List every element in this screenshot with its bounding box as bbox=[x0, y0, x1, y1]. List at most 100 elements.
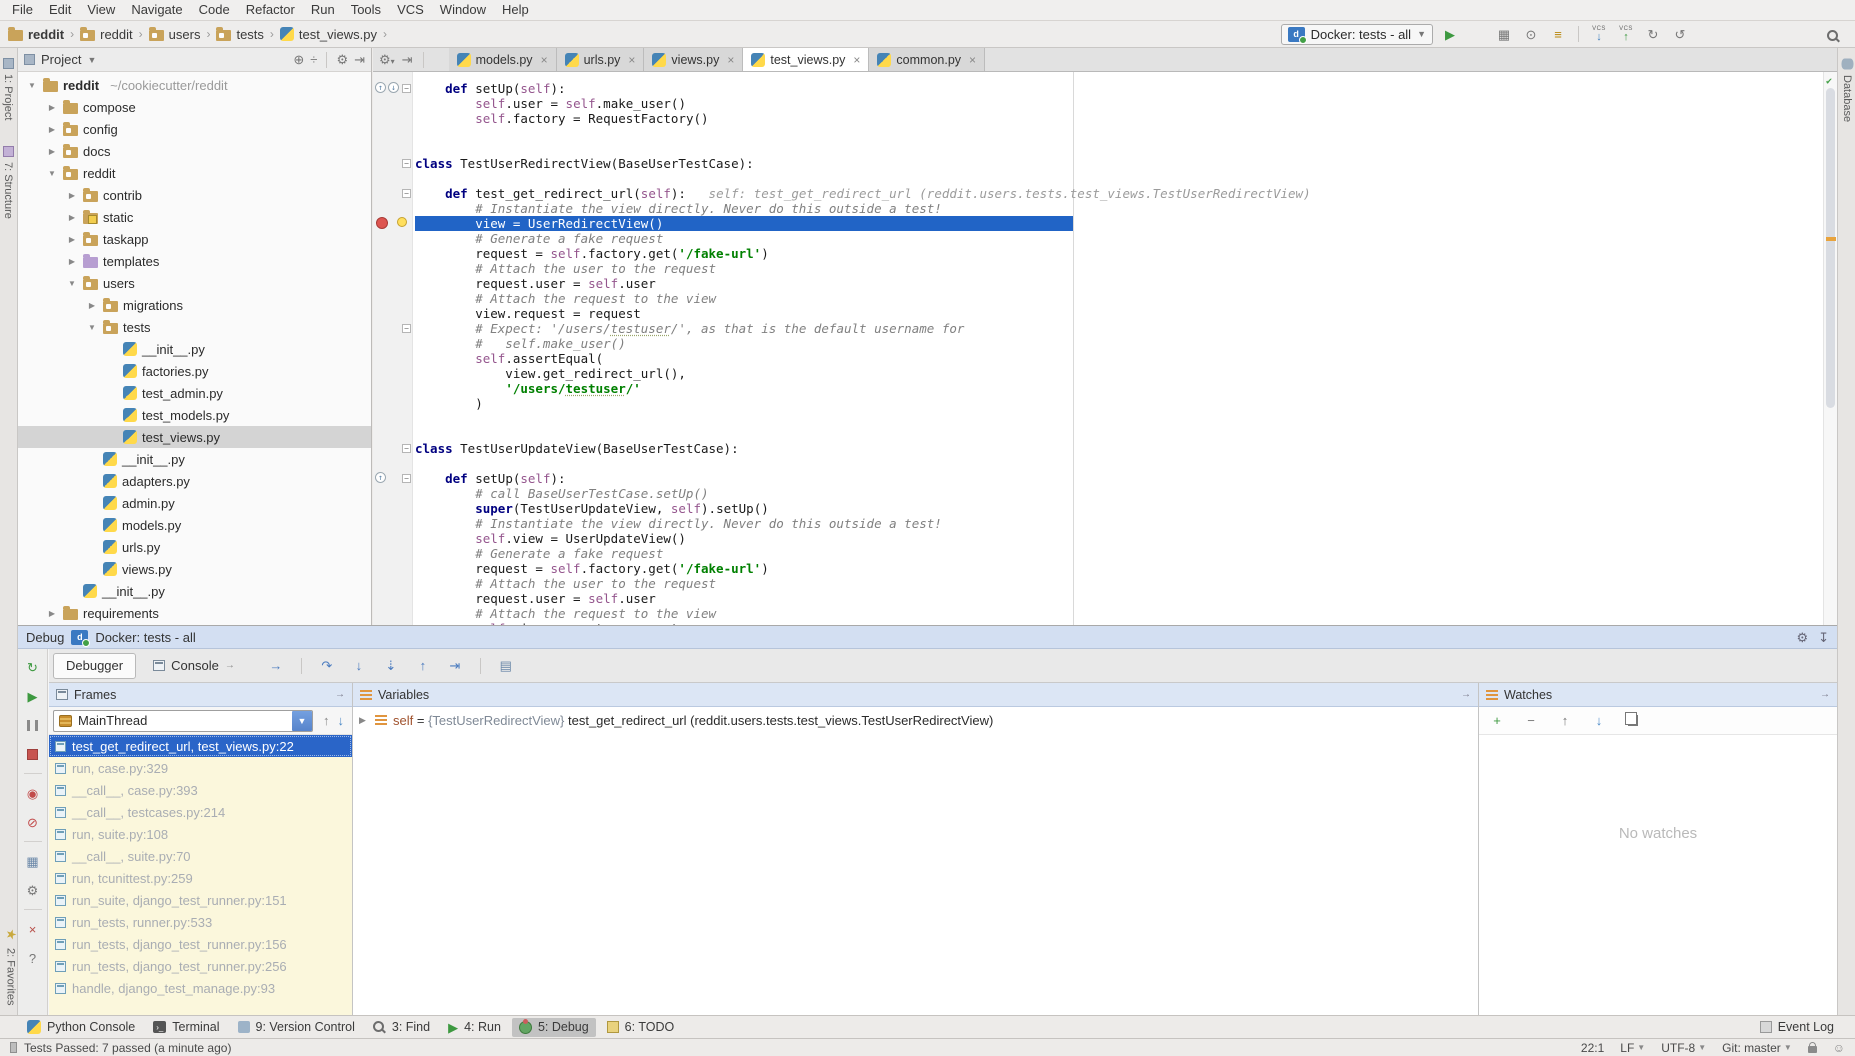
tree-item-tests[interactable]: ▼tests bbox=[18, 316, 371, 338]
frame-row[interactable]: run, suite.py:108 bbox=[49, 823, 352, 845]
debug-tab-console[interactable]: Console→ bbox=[140, 653, 248, 679]
editor-scrollbar[interactable]: ✔ bbox=[1823, 72, 1837, 625]
toolwindow-3-find[interactable]: 3: Find bbox=[366, 1018, 437, 1037]
profiler-button[interactable]: ⊙ bbox=[1521, 24, 1541, 44]
toolwindow-9-version-control[interactable]: 9: Version Control bbox=[231, 1018, 362, 1037]
gear-icon[interactable]: ⚙ bbox=[1796, 631, 1808, 644]
tree-closed-arrow-icon[interactable]: ▶ bbox=[66, 191, 78, 200]
menu-item-window[interactable]: Window bbox=[432, 0, 494, 20]
tree-item-requirements[interactable]: ▶requirements bbox=[18, 602, 371, 624]
pin-icon[interactable]: → bbox=[1461, 689, 1471, 700]
run-to-cursor-button[interactable]: ⇥ bbox=[445, 656, 465, 676]
tree-closed-arrow-icon[interactable]: ▶ bbox=[66, 257, 78, 266]
tree-item-__init__-py[interactable]: __init__.py bbox=[18, 338, 371, 360]
fold-marker-icon[interactable]: − bbox=[402, 444, 411, 453]
editor-tab-test_views-py[interactable]: test_views.py× bbox=[743, 48, 869, 71]
chevron-down-icon[interactable]: ▼ bbox=[87, 55, 96, 65]
mute-breakpoints-button[interactable]: ⊘ bbox=[23, 812, 43, 832]
menu-item-view[interactable]: View bbox=[79, 0, 123, 20]
tree-item-reddit[interactable]: ▼reddit bbox=[18, 162, 371, 184]
vcs-commit-button[interactable] bbox=[1616, 24, 1636, 44]
close-tab-icon[interactable]: × bbox=[853, 53, 860, 67]
down-watch-button[interactable]: ↓ bbox=[1589, 711, 1609, 731]
menu-item-run[interactable]: Run bbox=[303, 0, 343, 20]
rerun-button[interactable]: ↻ bbox=[23, 657, 43, 677]
tree-item-docs[interactable]: ▶docs bbox=[18, 140, 371, 162]
close-button[interactable]: × bbox=[23, 919, 43, 939]
tree-item-models-py[interactable]: models.py bbox=[18, 514, 371, 536]
step-into-button[interactable]: ↓ bbox=[349, 656, 369, 676]
menu-item-help[interactable]: Help bbox=[494, 0, 537, 20]
tree-item-adapters-py[interactable]: adapters.py bbox=[18, 470, 371, 492]
frame-row[interactable]: __call__, case.py:393 bbox=[49, 779, 352, 801]
frame-row[interactable]: __call__, suite.py:70 bbox=[49, 845, 352, 867]
breadcrumb-tests[interactable]: tests bbox=[216, 27, 263, 42]
frame-row[interactable]: run, case.py:329 bbox=[49, 757, 352, 779]
sidebar-tab-project[interactable]: 1: Project bbox=[2, 58, 14, 120]
fold-marker-icon[interactable]: − bbox=[402, 189, 411, 198]
tree-item-admin-py[interactable]: admin.py bbox=[18, 492, 371, 514]
chevron-down-icon[interactable]: ▼ bbox=[292, 711, 312, 731]
show-execution-point-button[interactable]: → bbox=[266, 656, 286, 676]
tree-item-factories-py[interactable]: factories.py bbox=[18, 360, 371, 382]
sidebar-tab-structure[interactable]: 7: Structure bbox=[2, 146, 14, 219]
step-out-button[interactable]: ↑ bbox=[413, 656, 433, 676]
pin-icon[interactable]: → bbox=[335, 689, 345, 700]
menu-item-file[interactable]: File bbox=[4, 0, 41, 20]
line-ending-select[interactable]: LF▼ bbox=[1620, 1041, 1645, 1055]
hide-debug-panel-icon[interactable]: ↧ bbox=[1818, 631, 1829, 644]
resume-button[interactable]: ▶ bbox=[23, 686, 43, 706]
menu-item-code[interactable]: Code bbox=[191, 0, 238, 20]
menu-item-refactor[interactable]: Refactor bbox=[238, 0, 303, 20]
editor-tab-models-py[interactable]: models.py× bbox=[449, 48, 557, 71]
toolwindow-4-run[interactable]: ▶4: Run bbox=[441, 1018, 508, 1037]
menu-item-navigate[interactable]: Navigate bbox=[123, 0, 190, 20]
tree-open-arrow-icon[interactable]: ▼ bbox=[26, 81, 38, 90]
tree-open-arrow-icon[interactable]: ▼ bbox=[86, 323, 98, 332]
code-editor[interactable]: ↑↓− def setUp(self): self.user = self.ma… bbox=[373, 72, 1837, 625]
frame-up-icon[interactable]: ↑ bbox=[323, 714, 330, 727]
close-tab-icon[interactable]: × bbox=[628, 53, 635, 67]
fold-marker-icon[interactable]: − bbox=[402, 324, 411, 333]
encoding-select[interactable]: UTF-8▼ bbox=[1661, 1041, 1706, 1055]
frame-row[interactable]: run_tests, django_test_runner.py:256 bbox=[49, 955, 352, 977]
tree-item-views-py[interactable]: views.py bbox=[18, 558, 371, 580]
fold-marker-icon[interactable]: − bbox=[402, 159, 411, 168]
add-watch-button[interactable]: + bbox=[1487, 711, 1507, 731]
tree-item-test_admin-py[interactable]: test_admin.py bbox=[18, 382, 371, 404]
debug-button[interactable] bbox=[1467, 24, 1487, 44]
editor-tab-views-py[interactable]: views.py× bbox=[644, 48, 743, 71]
frame-row[interactable]: __call__, testcases.py:214 bbox=[49, 801, 352, 823]
breadcrumb-users[interactable]: users bbox=[149, 27, 201, 42]
tree-closed-arrow-icon[interactable]: ▶ bbox=[46, 103, 58, 112]
tree-open-arrow-icon[interactable]: ▼ bbox=[46, 169, 58, 178]
pin-icon[interactable]: → bbox=[225, 660, 235, 671]
tree-item-templates[interactable]: ▶templates bbox=[18, 250, 371, 272]
tree-item-urls-py[interactable]: urls.py bbox=[18, 536, 371, 558]
debug-tab-debugger[interactable]: Debugger bbox=[53, 653, 136, 679]
tree-item-static[interactable]: ▶static bbox=[18, 206, 371, 228]
breadcrumb-reddit[interactable]: reddit bbox=[80, 27, 133, 42]
frame-row[interactable]: run_tests, django_test_runner.py:156 bbox=[49, 933, 352, 955]
restore-layout-button[interactable]: ▦ bbox=[23, 851, 43, 871]
evaluate-button[interactable]: ▤ bbox=[496, 656, 516, 676]
tree-item-__init__-py[interactable]: __init__.py bbox=[18, 580, 371, 602]
close-tab-icon[interactable]: × bbox=[727, 53, 734, 67]
toolwindow-6-todo[interactable]: 6: TODO bbox=[600, 1018, 682, 1037]
hector-inspector-icon[interactable]: ☺ bbox=[1833, 1042, 1845, 1054]
toolwindow-terminal[interactable]: Terminal bbox=[146, 1018, 226, 1037]
overriding-method-icon[interactable]: ↑ bbox=[375, 82, 386, 93]
tree-item-__init__-py[interactable]: __init__.py bbox=[18, 448, 371, 470]
run-button[interactable]: ▶ bbox=[1440, 24, 1460, 44]
settings-button[interactable]: ⚙ bbox=[23, 880, 43, 900]
git-branch-select[interactable]: Git: master▼ bbox=[1722, 1041, 1792, 1055]
vcs-update-button[interactable] bbox=[1589, 24, 1609, 44]
status-message[interactable]: Tests Passed: 7 passed (a minute ago) bbox=[24, 1041, 231, 1055]
frame-row[interactable]: run_suite, django_test_runner.py:151 bbox=[49, 889, 352, 911]
variable-row-self[interactable]: ▶ self = {TestUserRedirectView} test_get… bbox=[353, 707, 1478, 731]
step-over-button[interactable]: ↷ bbox=[317, 656, 337, 676]
tree-open-arrow-icon[interactable]: ▼ bbox=[66, 279, 78, 288]
gear-icon[interactable]: ⚙▾ bbox=[379, 53, 395, 66]
hide-panel-icon[interactable]: ⇥ bbox=[354, 53, 365, 66]
tree-item-reddit[interactable]: ▼reddit~/cookiecutter/reddit bbox=[18, 74, 371, 96]
